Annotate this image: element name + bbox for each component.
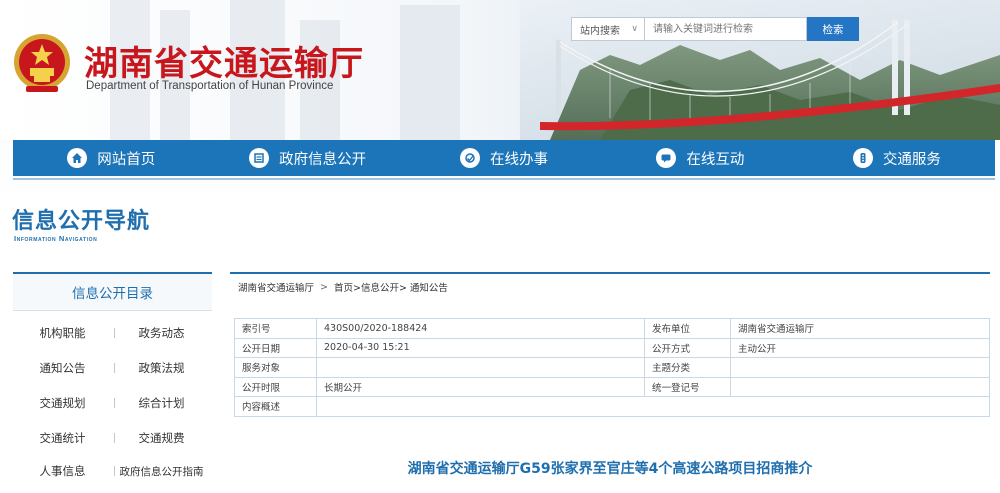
sidebar-item-traffic-planning[interactable]: 交通规划: [13, 395, 112, 411]
meta-key: 服务对象: [234, 357, 317, 378]
document-title: 湖南省交通运输厅G59张家界至官庄等4个高速公路项目招商推介: [407, 461, 813, 477]
table-row: 公开时限 长期公开 统一登记号: [234, 376, 990, 397]
chevron-down-icon: ∨: [631, 24, 638, 34]
sidebar-row: 通知公告 政策法规: [13, 358, 212, 378]
nav-item-online-service[interactable]: 在线办事: [406, 140, 602, 176]
meta-key: 公开方式: [644, 337, 731, 358]
sidebar-item-gov-news[interactable]: 政务动态: [112, 325, 211, 341]
breadcrumb-separator: >: [320, 281, 328, 293]
document-icon: [249, 148, 270, 168]
nav-item-home[interactable]: 网站首页: [13, 140, 209, 176]
meta-value: [316, 357, 645, 378]
sidebar-row: 交通规划 综合计划: [13, 393, 212, 413]
meta-value: 长期公开: [316, 376, 645, 397]
table-row: 内容概述: [234, 396, 990, 417]
meta-value: 主动公开: [730, 337, 990, 358]
sidebar-item-disclosure-guide[interactable]: 政府信息公开指南: [112, 464, 211, 479]
site-header: 湖南省交通运输厅 Department of Transportation of…: [0, 0, 1000, 140]
nav-item-gov-info[interactable]: 政府信息公开: [209, 140, 405, 176]
divider: [114, 433, 115, 443]
sidebar-row: 机构职能 政务动态: [13, 323, 212, 343]
national-emblem-icon: [14, 34, 70, 92]
table-row: 公开日期 2020-04-30 15:21 公开方式 主动公开: [234, 337, 990, 358]
search-button[interactable]: 检索: [807, 17, 859, 41]
search-bar: 站内搜索 ∨ 检索: [571, 17, 859, 41]
site-subtitle: Department of Transportation of Hunan Pr…: [86, 80, 334, 92]
divider: [114, 328, 115, 338]
sidebar-item-org-functions[interactable]: 机构职能: [13, 325, 112, 341]
divider: [114, 398, 115, 408]
search-input[interactable]: [645, 17, 807, 41]
search-scope-select[interactable]: 站内搜索 ∨: [571, 17, 645, 41]
traffic-light-icon: [852, 148, 873, 168]
site-title[interactable]: 湖南省交通运输厅: [84, 36, 364, 85]
meta-value: [730, 376, 990, 397]
divider: [114, 466, 115, 476]
sidebar-item-general-plan[interactable]: 综合计划: [112, 395, 211, 411]
table-row: 服务对象 主题分类: [234, 357, 990, 378]
meta-value: 2020-04-30 15:21: [316, 337, 645, 358]
service-icon: [460, 148, 481, 168]
meta-key: 主题分类: [644, 357, 731, 378]
meta-key: 统一登记号: [644, 376, 731, 397]
sidebar-item-policies[interactable]: 政策法规: [112, 360, 211, 376]
meta-key: 内容概述: [234, 396, 317, 417]
nav-item-label: 网站首页: [97, 151, 156, 168]
nav-item-traffic-service[interactable]: 交通服务: [799, 140, 995, 176]
sidebar-row: 人事信息 政府信息公开指南: [13, 461, 212, 481]
section-subtitle: Information Navigation: [14, 234, 98, 243]
nav-item-online-interaction[interactable]: 在线互动: [602, 140, 798, 176]
sidebar-heading: 信息公开目录: [13, 274, 212, 311]
document-meta-table: 索引号 430S00/2020-188424 发布单位 湖南省交通运输厅 公开日…: [234, 318, 990, 417]
breadcrumb: 湖南省交通运输厅 > 首页>信息公开> 通知公告: [230, 272, 990, 300]
meta-key: 索引号: [234, 318, 317, 339]
meta-key: 发布单位: [644, 318, 731, 339]
nav-divider: [13, 178, 995, 180]
meta-value: [730, 357, 990, 378]
meta-key: 公开日期: [234, 337, 317, 358]
search-scope-label: 站内搜索: [580, 25, 620, 37]
section-title: 信息公开导航: [12, 209, 151, 234]
nav-item-label: 政府信息公开: [279, 151, 367, 168]
home-icon: [67, 148, 88, 168]
breadcrumb-root-link[interactable]: 湖南省交通运输厅: [238, 280, 314, 294]
sidebar-item-traffic-statistics[interactable]: 交通统计: [13, 430, 112, 446]
sidebar-item-personnel[interactable]: 人事信息: [13, 463, 112, 479]
sidebar-row: 交通统计 交通规费: [13, 428, 212, 448]
table-row: 索引号 430S00/2020-188424 发布单位 湖南省交通运输厅: [234, 318, 990, 339]
sidebar-item-traffic-fees[interactable]: 交通规费: [112, 430, 211, 446]
nav-item-label: 在线办事: [490, 151, 549, 168]
background-building: [400, 5, 460, 140]
meta-key: 公开时限: [234, 376, 317, 397]
breadcrumb-path-link[interactable]: 首页>信息公开> 通知公告: [334, 280, 448, 294]
sidebar-item-notices[interactable]: 通知公告: [13, 360, 112, 376]
meta-value: 湖南省交通运输厅: [730, 318, 990, 339]
nav-item-label: 在线互动: [686, 151, 745, 168]
meta-value: 430S00/2020-188424: [316, 318, 645, 339]
divider: [114, 363, 115, 373]
main-nav: 网站首页 政府信息公开 在线办事 在线互动 交通服务: [13, 140, 995, 176]
nav-item-label: 交通服务: [882, 151, 941, 168]
chat-icon: [656, 148, 677, 168]
sidebar: 信息公开目录 机构职能 政务动态 通知公告 政策法规 交通规划 综合计划 交通统…: [13, 272, 212, 493]
meta-value: [316, 396, 990, 417]
